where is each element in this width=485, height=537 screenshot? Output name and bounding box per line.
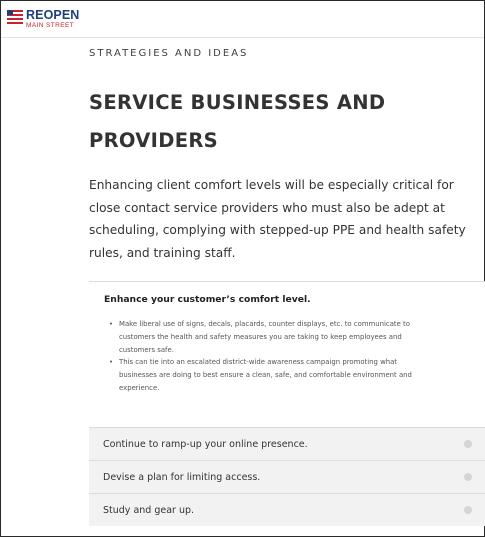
- bullet-icon: •: [109, 320, 114, 328]
- list-item: • Make liberal use of signs, decals, pla…: [109, 318, 471, 356]
- section-eyebrow: STRATEGIES AND IDEAS: [89, 48, 249, 59]
- bullet-text-line: customers safe.: [119, 345, 174, 354]
- accordion-panel-open: Enhance your customer’s comfort level. •…: [89, 282, 485, 427]
- logo-main-text: REOPEN: [26, 8, 80, 22]
- page-title-line-2: PROVIDERS: [89, 129, 218, 152]
- accordion-item-limiting-access[interactable]: Devise a plan for limiting access.: [89, 460, 485, 493]
- site-header: REOPEN MAIN STREET: [1, 1, 484, 38]
- list-item: • This can tie into an escalated distric…: [109, 356, 471, 394]
- intro-paragraph: Enhancing client comfort levels will be …: [89, 174, 485, 264]
- expand-toggle-icon[interactable]: [464, 440, 472, 448]
- main-content: STRATEGIES AND IDEAS SERVICE BUSINESSES …: [89, 38, 481, 264]
- reopen-main-street-logo[interactable]: REOPEN MAIN STREET: [7, 9, 79, 29]
- accordion-bullet-list: • Make liberal use of signs, decals, pla…: [104, 318, 471, 395]
- expand-toggle-icon[interactable]: [464, 473, 472, 481]
- bullet-text-line: This can tie into an escalated district-…: [119, 358, 398, 367]
- bullet-text-line: Make liberal use of signs, decals, placa…: [119, 320, 410, 328]
- page-title: SERVICE BUSINESSES AND PROVIDERS: [89, 84, 481, 160]
- logo-wordmark: REOPEN MAIN STREET: [26, 9, 79, 29]
- accordion-item-label: Study and gear up.: [103, 504, 195, 516]
- accordion-item-online-presence[interactable]: Continue to ramp-up your online presence…: [89, 427, 485, 460]
- flag-icon: [7, 10, 23, 24]
- bullet-text-line: experience.: [119, 383, 160, 392]
- intro-line: close contact service providers who must…: [89, 200, 445, 215]
- intro-line: rules, and training staff.: [89, 245, 236, 260]
- logo-sub-text: MAIN STREET: [26, 21, 75, 29]
- accordion-item-study-gear-up[interactable]: Study and gear up.: [89, 493, 485, 526]
- bullet-text-line: businesses are doing to best ensure a cl…: [119, 371, 412, 380]
- expand-toggle-icon[interactable]: [464, 506, 472, 514]
- accordion-header-comfort-level[interactable]: Enhance your customer’s comfort level.: [104, 294, 471, 306]
- strategies-accordion: Enhance your customer’s comfort level. •…: [89, 281, 485, 526]
- bullet-icon: •: [109, 358, 114, 367]
- intro-line: Enhancing client comfort levels will be …: [89, 178, 454, 192]
- bullet-text-line: customers the health and safety measures…: [119, 332, 402, 341]
- page-title-line-1: SERVICE BUSINESSES AND: [89, 91, 386, 114]
- accordion-item-label: Continue to ramp-up your online presence…: [103, 438, 308, 450]
- intro-line: scheduling, complying with stepped-up PP…: [89, 223, 466, 237]
- accordion-item-label: Devise a plan for limiting access.: [103, 471, 261, 483]
